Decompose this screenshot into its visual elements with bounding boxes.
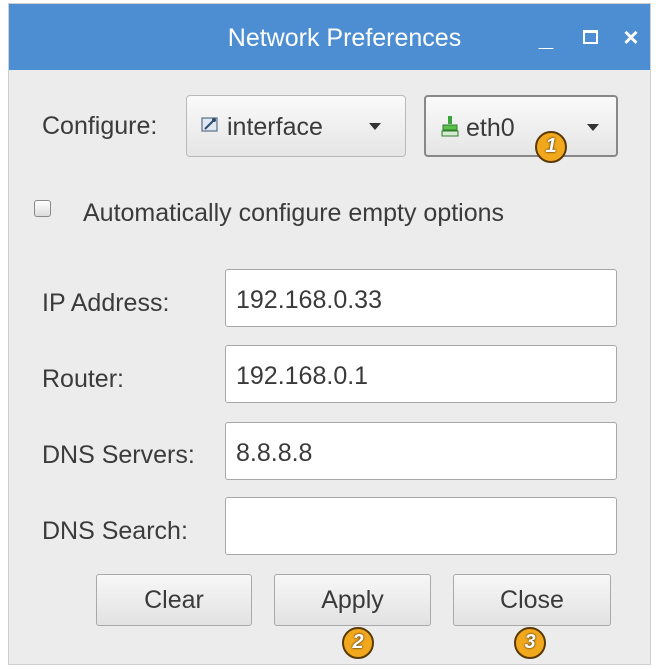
callout-marker-1: 1: [535, 131, 567, 163]
callout-marker-3: 3: [514, 627, 546, 659]
title-bar[interactable]: Network Preferences _ ×: [9, 4, 650, 70]
interface-icon: [201, 117, 218, 132]
router-label: Router:: [42, 365, 124, 393]
interface-dropdown[interactable]: eth0: [424, 95, 618, 157]
configure-label: Configure:: [42, 112, 158, 140]
dns-search-label: DNS Search:: [42, 517, 188, 545]
maximize-icon: [582, 29, 598, 44]
close-window-button[interactable]: ×: [616, 22, 646, 52]
dns-servers-input[interactable]: 8.8.8.8: [225, 422, 617, 480]
dns-servers-label: DNS Servers:: [42, 441, 195, 469]
configure-type-dropdown[interactable]: interface: [186, 95, 406, 157]
auto-configure-checkbox[interactable]: [34, 200, 51, 217]
minimize-button[interactable]: _: [531, 22, 561, 52]
ip-address-label: IP Address:: [42, 289, 170, 317]
dns-search-input[interactable]: [225, 497, 617, 555]
chevron-down-icon: [587, 124, 599, 131]
chevron-down-icon: [369, 123, 381, 130]
maximize-button[interactable]: [575, 22, 605, 52]
ethernet-icon: [441, 116, 459, 137]
clear-button[interactable]: Clear: [96, 574, 252, 626]
close-button[interactable]: Close: [453, 574, 611, 626]
apply-button[interactable]: Apply: [274, 574, 431, 626]
configure-type-value: interface: [227, 113, 323, 141]
auto-configure-label: Automatically configure empty options: [83, 199, 505, 227]
ip-address-input[interactable]: 192.168.0.33: [225, 269, 617, 327]
callout-marker-2: 2: [342, 627, 374, 659]
router-input[interactable]: 192.168.0.1: [225, 345, 617, 403]
interface-value: eth0: [466, 114, 515, 142]
